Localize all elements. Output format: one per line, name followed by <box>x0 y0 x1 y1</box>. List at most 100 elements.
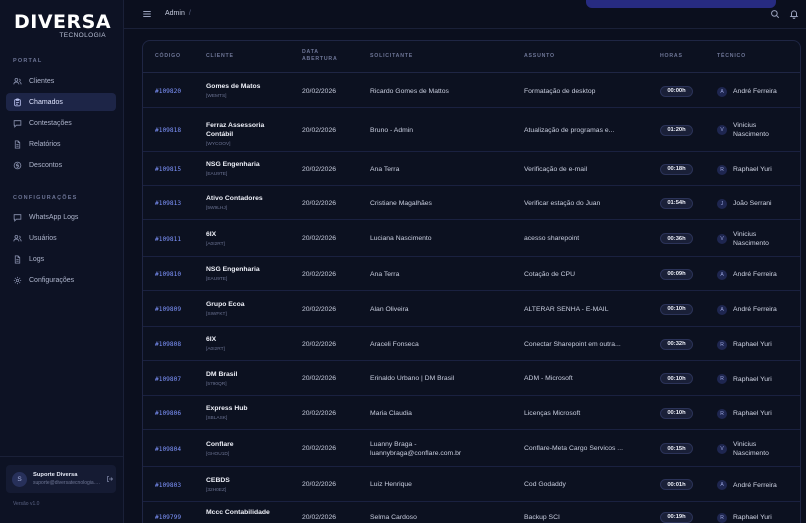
table-row[interactable]: #109810 NSG Engenharia [EAU9TE] 20/02/2026 A… <box>143 257 800 291</box>
ticket-code[interactable]: #109799 <box>155 513 181 522</box>
ticket-code[interactable]: #109803 <box>155 481 181 490</box>
sidebar-item-relatórios[interactable]: Relatórios <box>6 135 116 153</box>
hours-badge: 00:10h <box>660 373 693 384</box>
technician-avatar: A <box>717 86 727 97</box>
hours-badge: 00:09h <box>660 268 693 280</box>
header-date[interactable]: DATA ABERTURA <box>302 49 338 63</box>
table-row[interactable]: #109818 Ferraz Assessoria Contábil [WYCOOV… <box>143 108 800 152</box>
sidebar-item-label: Clientes <box>29 77 55 85</box>
technician-avatar: J <box>717 198 727 209</box>
table-row[interactable]: #109806 Express Hub [SBLASK] 20/02/2026 Mari… <box>143 396 800 430</box>
logo[interactable]: DIVERSA TECNOLOGIA <box>14 12 111 40</box>
logout-icon[interactable] <box>106 475 114 483</box>
client-cell: DM Brasil [5790QR] <box>206 370 286 389</box>
client-name: Mccc Contabilidade <box>206 509 270 516</box>
technician-avatar: R <box>717 512 727 523</box>
opened-date: 20/02/2026 <box>302 481 337 488</box>
sidebar-item-label: Configurações <box>29 276 75 284</box>
table-row[interactable]: #109811 6IX [A0I2RT] 20/02/2026 Luciana Nasc… <box>143 220 800 257</box>
sidebar-item-clientes[interactable]: Clientes <box>6 72 116 90</box>
technician: V Vinicius Nascimento <box>717 121 785 139</box>
sidebar-item-chamados[interactable]: Chamados <box>6 93 116 111</box>
ticket-code[interactable]: #109808 <box>155 340 181 349</box>
bell-icon[interactable] <box>789 9 799 19</box>
ticket-code[interactable]: #109811 <box>155 235 181 244</box>
breadcrumb-admin[interactable]: Admin <box>165 10 185 17</box>
subject: Atualização de programas e... <box>524 126 615 134</box>
header-subject[interactable]: ASSUNTO <box>524 53 555 60</box>
technician-avatar: R <box>717 374 727 384</box>
opened-date: 20/02/2026 <box>302 513 337 521</box>
subject: acesso sharepoint <box>524 235 580 242</box>
sidebar-item-configurações[interactable]: Configurações <box>6 271 116 289</box>
hours-badge: 00:01h <box>660 479 693 490</box>
hours-badge: 00:36h <box>660 233 693 244</box>
technician-name: Raphael Yuri <box>733 514 772 521</box>
technician-name: Raphael Yuri <box>733 375 772 383</box>
sidebar-item-contestações[interactable]: Contestações <box>6 114 116 132</box>
header-date-line1: DATA <box>302 49 319 55</box>
sidebar-item-whatsapp-logs[interactable]: WhatsApp Logs <box>6 208 116 226</box>
dollar-icon <box>13 161 22 169</box>
opened-date: 20/02/2026 <box>302 199 337 207</box>
sidebar-item-descontos[interactable]: Descontos <box>6 156 116 174</box>
technician-name: Vinicius Nascimento <box>733 122 769 138</box>
client-cell: Conflare [GHOU1D] <box>206 440 286 459</box>
subject: Conectar Sharepoint em outra... <box>524 340 621 348</box>
client-cell: CEBDS [32H0EZ] <box>206 476 286 495</box>
table-row[interactable]: #109809 Grupo Ecoa [SIWFKT] 20/02/2026 Alan … <box>143 291 800 327</box>
header-tech[interactable]: TÉCNICO <box>717 53 746 60</box>
ticket-code[interactable]: #109810 <box>155 270 181 279</box>
ticket-code[interactable]: #109815 <box>155 165 181 174</box>
table-row[interactable]: #109799 Mccc Contabilidade 20/02/2026 Selma… <box>143 502 800 523</box>
user-card[interactable]: S Suporte Diversa suporte@diversatecnolo… <box>6 465 116 493</box>
client-cell: Mccc Contabilidade <box>206 508 286 518</box>
client-code: [5W9LHJ] <box>206 206 228 211</box>
table-row[interactable]: #109813 Ativo Contadores [5W9LHJ] 20/02/202… <box>143 186 800 220</box>
requester: Cristiane Magalhães <box>370 199 432 207</box>
sidebar-item-label: Descontos <box>29 161 63 169</box>
table-row[interactable]: #109804 Conflare [GHOU1D] 20/02/2026 Luanny … <box>143 430 800 467</box>
client-cell: NSG Engenharia [EAU9TE] <box>206 265 286 284</box>
ticket-code[interactable]: #109820 <box>155 87 181 96</box>
technician: V Vinicius Nascimento <box>717 230 785 248</box>
hours-badge: 00:19h <box>660 511 693 523</box>
client-cell: Ativo Contadores [5W9LHJ] <box>206 194 286 213</box>
ticket-code[interactable]: #109813 <box>155 199 181 208</box>
client-name: 6IX <box>206 336 217 343</box>
header-code[interactable]: CÓDIGO <box>155 53 181 60</box>
technician-avatar: R <box>717 164 727 175</box>
ticket-code[interactable]: #109807 <box>155 375 181 384</box>
table-row[interactable]: #109807 DM Brasil [5790QR] 20/02/2026 Erinal… <box>143 361 800 396</box>
client-cell: Gomes de Matos [WEMTS] <box>206 82 286 101</box>
ticket-code[interactable]: #109806 <box>155 409 181 418</box>
table-row[interactable]: #109815 NSG Engenharia [EAU9TE] 20/02/2026 A… <box>143 152 800 186</box>
sidebar-item-usuários[interactable]: Usuários <box>6 229 116 247</box>
client-name: Express Hub <box>206 405 248 412</box>
user-name: Suporte Diversa <box>33 472 78 478</box>
client-code: [SBLASK] <box>206 416 228 421</box>
menu-icon[interactable] <box>142 9 152 19</box>
file-icon <box>14 254 21 264</box>
section-title-config: CONFIGURAÇÕES <box>13 195 78 201</box>
header-client[interactable]: CLIENTE <box>206 53 234 60</box>
table-row[interactable]: #109808 6IX [A0I2RT] 20/02/2026 Araceli Fons… <box>143 327 800 361</box>
table-row[interactable]: #109803 CEBDS [32H0EZ] 20/02/2026 Luiz Henri… <box>143 467 800 502</box>
ticket-code[interactable]: #109818 <box>155 126 181 135</box>
search-icon[interactable] <box>770 9 780 19</box>
ticket-code[interactable]: #109804 <box>155 445 181 454</box>
sidebar-item-logs[interactable]: Logs <box>6 250 116 268</box>
technician: R Raphael Yuri <box>717 339 785 350</box>
ticket-code[interactable]: #109809 <box>155 305 181 314</box>
avatar: S <box>12 471 27 487</box>
technician-name: André Ferreira <box>733 306 777 313</box>
hours-badge: 01:20h <box>660 124 693 136</box>
technician-name: João Serrani <box>733 200 772 207</box>
header-requester[interactable]: SOLICITANTE <box>370 53 413 60</box>
sidebar-item-label: WhatsApp Logs <box>29 213 79 221</box>
header-hours[interactable]: HORAS <box>660 53 683 60</box>
hours-badge: 00:15h <box>660 443 693 454</box>
client-name: Conflare <box>206 440 234 448</box>
users-icon <box>13 234 22 241</box>
table-row[interactable]: #109820 Gomes de Matos [WEMTS] 20/02/2026 Ri… <box>143 74 800 108</box>
